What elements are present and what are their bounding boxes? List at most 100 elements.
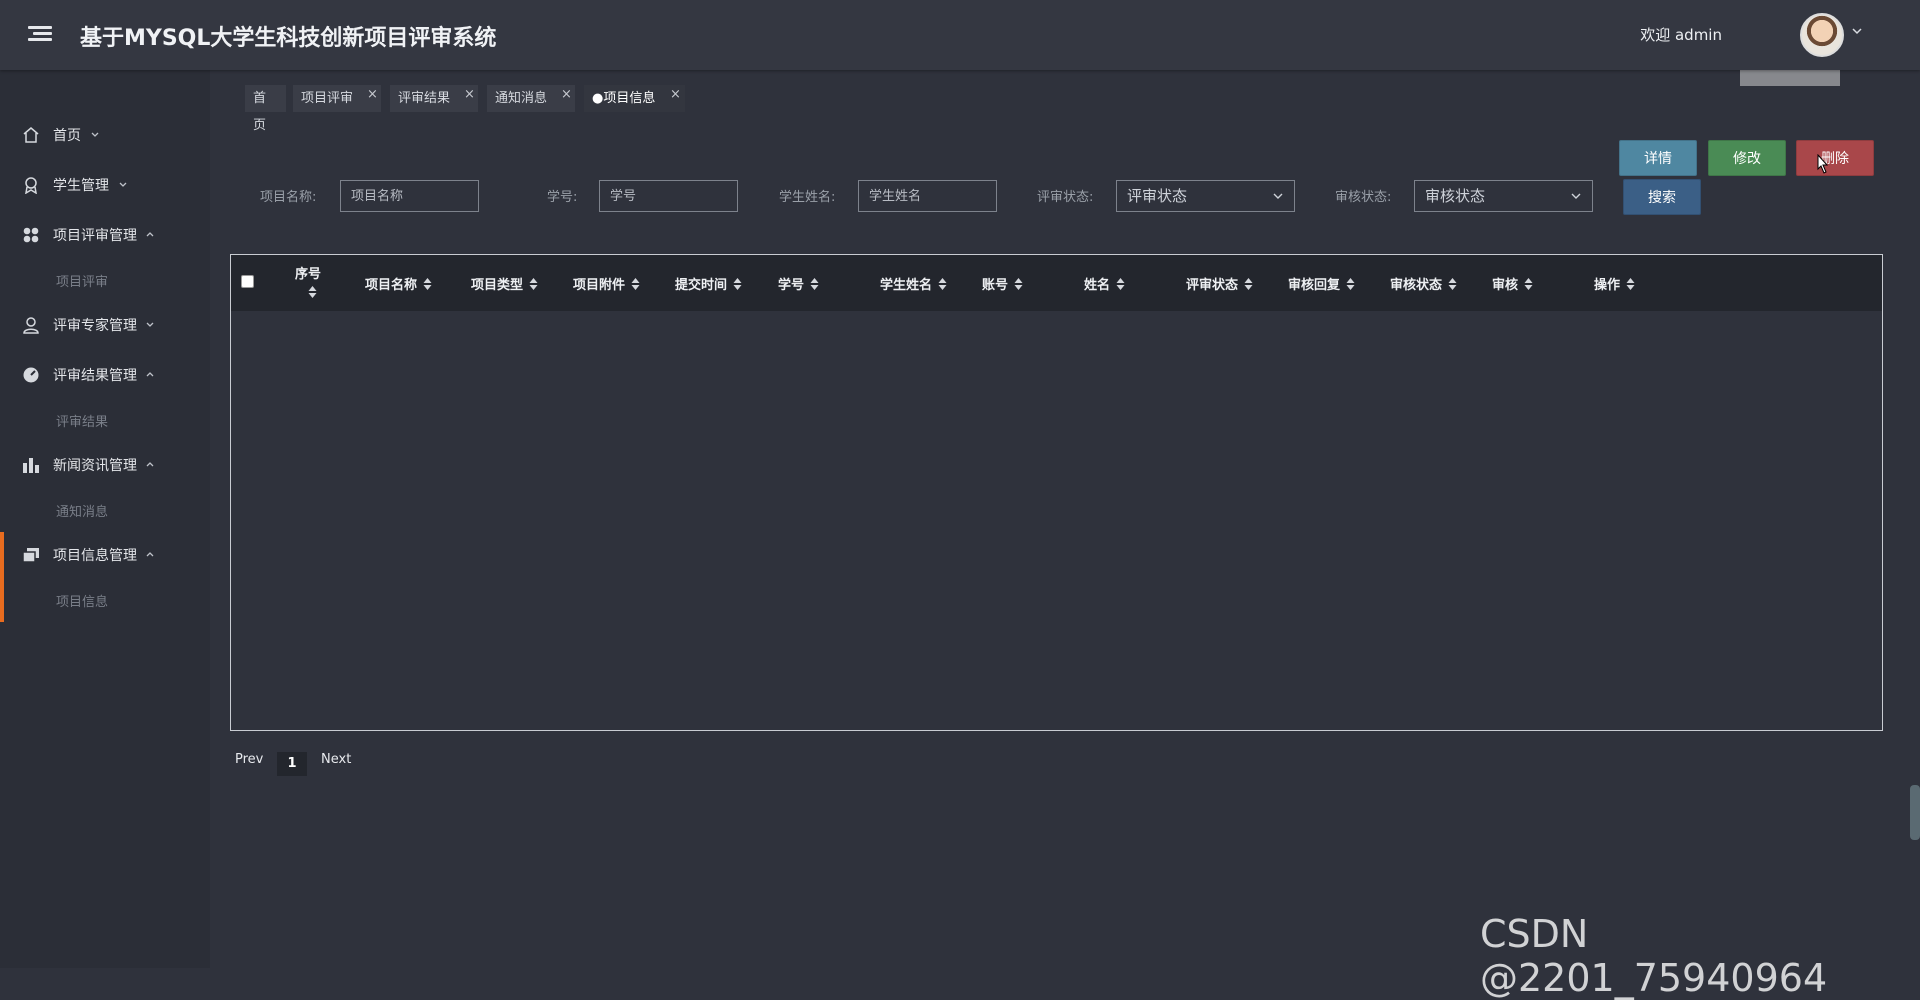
avatar[interactable] xyxy=(1800,13,1844,57)
sidebar-item-experts[interactable]: 评审专家管理 xyxy=(0,305,210,345)
sort-icon[interactable] xyxy=(1346,278,1355,290)
column-header-audit[interactable]: 审核 xyxy=(1492,274,1533,293)
project-table: 序号 项目名称 项目类型 项目附件 提交时间 学号 学生姓名 账号 姓名 评审状态 审核回复 审核状… xyxy=(230,254,1883,731)
sidebar-subitem-notices[interactable]: 通知消息 xyxy=(56,501,108,520)
column-header-label: 项目名称 xyxy=(365,278,418,293)
sidebar-item-label: 首页 xyxy=(53,128,81,144)
sidebar-item-home[interactable]: 首页 xyxy=(0,115,210,155)
sort-icon[interactable] xyxy=(308,286,317,298)
watermark: CSDN @2201_75940964 xyxy=(1480,912,1828,1000)
column-header-submit-time[interactable]: 提交时间 xyxy=(675,274,742,293)
chevron-down-icon xyxy=(119,182,127,187)
column-header-name[interactable]: 姓名 xyxy=(1084,274,1125,293)
next-page-button[interactable]: Next xyxy=(321,752,351,767)
sidebar-item-label: 评审结果管理 xyxy=(53,368,137,384)
select-all-checkbox[interactable] xyxy=(241,275,254,288)
column-header-project-name[interactable]: 项目名称 xyxy=(365,274,432,293)
sidebar-item-news[interactable]: 新闻资讯管理 xyxy=(0,445,210,485)
chevron-down-icon xyxy=(1571,193,1581,199)
column-header-account[interactable]: 账号 xyxy=(982,274,1023,293)
tab-label: 首页 xyxy=(253,91,267,133)
column-header-audit-status[interactable]: 审核状态 xyxy=(1390,274,1457,293)
column-header-label: 序号 xyxy=(295,267,322,282)
project-name-input[interactable] xyxy=(340,180,479,212)
column-header-label: 评审状态 xyxy=(1186,278,1239,293)
student-no-input[interactable] xyxy=(599,180,738,212)
sidebar-item-project-review[interactable]: 项目评审管理 xyxy=(0,215,210,255)
review-status-label: 评审状态: xyxy=(1037,190,1094,205)
sort-icon[interactable] xyxy=(1014,278,1023,290)
student-name-label: 学生姓名: xyxy=(779,190,836,205)
close-icon[interactable]: × xyxy=(464,81,475,108)
table-header: 序号 项目名称 项目类型 项目附件 提交时间 学号 学生姓名 账号 姓名 评审状态 审核回复 审核状… xyxy=(231,255,1882,311)
sort-icon[interactable] xyxy=(810,278,819,290)
search-button[interactable]: 搜索 xyxy=(1623,179,1701,215)
tab-review-results[interactable]: 评审结果 × xyxy=(390,85,478,112)
chevron-down-icon xyxy=(91,132,99,137)
edit-button[interactable]: 修改 xyxy=(1708,140,1786,176)
column-header-label: 审核状态 xyxy=(1390,278,1443,293)
menu-toggle-icon[interactable] xyxy=(28,23,52,45)
page-number-1[interactable]: 1 xyxy=(277,752,307,776)
column-header-label: 项目附件 xyxy=(573,278,626,293)
close-icon[interactable]: × xyxy=(367,81,378,108)
sort-icon[interactable] xyxy=(733,278,742,290)
sidebar-subitem-project-info[interactable]: 项目信息 xyxy=(56,591,108,610)
column-header-label: 审核 xyxy=(1492,278,1519,293)
column-header-actions[interactable]: 操作 xyxy=(1594,274,1635,293)
mouse-cursor-icon xyxy=(1817,154,1829,174)
chevron-down-icon[interactable] xyxy=(1850,24,1864,38)
tab-home[interactable]: 首页 xyxy=(245,85,286,133)
sidebar-item-label: 项目信息管理 xyxy=(53,548,137,564)
tab-project-review[interactable]: 项目评审 × xyxy=(293,85,381,112)
column-header-no[interactable]: 序号 xyxy=(295,263,321,301)
app-title: 基于MYSQL大学生科技创新项目评审系统 xyxy=(80,26,497,51)
sidebar-item-project-info[interactable]: 项目信息管理 xyxy=(0,535,210,575)
sidebar-item-students[interactable]: 学生管理 xyxy=(0,165,210,205)
sidebar-subitem-review-results[interactable]: 评审结果 xyxy=(56,411,108,430)
column-header-student-name[interactable]: 学生姓名 xyxy=(880,274,947,293)
sidebar-item-label: 项目评审管理 xyxy=(53,228,137,244)
sidebar-subitem-project-review[interactable]: 项目评审 xyxy=(56,271,108,290)
tab-notices[interactable]: 通知消息 × xyxy=(487,85,575,112)
column-header-attachment[interactable]: 项目附件 xyxy=(573,274,640,293)
sort-icon[interactable] xyxy=(423,278,432,290)
sort-icon[interactable] xyxy=(1626,278,1635,290)
column-header-project-type[interactable]: 项目类型 xyxy=(471,274,538,293)
sort-icon[interactable] xyxy=(1244,278,1253,290)
column-header-label: 操作 xyxy=(1594,278,1621,293)
student-name-input[interactable] xyxy=(858,180,997,212)
audit-status-select[interactable]: 审核状态 xyxy=(1414,180,1593,212)
review-status-select[interactable]: 评审状态 xyxy=(1116,180,1295,212)
delete-button[interactable]: 删除 xyxy=(1796,140,1874,176)
sort-icon[interactable] xyxy=(1524,278,1533,290)
column-header-label: 学生姓名 xyxy=(880,278,933,293)
detail-button[interactable]: 详情 xyxy=(1619,140,1697,176)
scrollbar-handle[interactable] xyxy=(1910,785,1920,840)
column-header-student-no[interactable]: 学号 xyxy=(778,274,819,293)
review-status-value: 评审状态 xyxy=(1127,187,1188,205)
sort-icon[interactable] xyxy=(1448,278,1457,290)
sort-icon[interactable] xyxy=(938,278,947,290)
sort-icon[interactable] xyxy=(1116,278,1125,290)
sort-icon[interactable] xyxy=(631,278,640,290)
tab-project-info[interactable]: ●项目信息 × xyxy=(584,85,685,112)
top-header: 基于MYSQL大学生科技创新项目评审系统 欢迎 admin xyxy=(0,0,1920,70)
chevron-up-icon xyxy=(146,232,154,237)
column-header-review-status[interactable]: 评审状态 xyxy=(1186,274,1253,293)
sidebar-item-label: 学生管理 xyxy=(53,178,109,194)
chevron-down-icon xyxy=(146,322,154,327)
chevron-down-icon xyxy=(1273,193,1283,199)
tab-label: 通知消息 xyxy=(495,91,548,106)
chevron-up-icon xyxy=(146,552,154,557)
sort-icon[interactable] xyxy=(529,278,538,290)
close-icon[interactable]: × xyxy=(561,81,572,108)
column-header-label: 账号 xyxy=(982,278,1009,293)
close-icon[interactable]: × xyxy=(670,81,681,108)
chevron-up-icon xyxy=(146,372,154,377)
tab-label: 项目评审 xyxy=(301,91,354,106)
sidebar-item-review-results[interactable]: 评审结果管理 xyxy=(0,355,210,395)
chevron-up-icon xyxy=(146,462,154,467)
prev-page-button[interactable]: Prev xyxy=(235,752,263,767)
column-header-audit-reply[interactable]: 审核回复 xyxy=(1288,274,1355,293)
